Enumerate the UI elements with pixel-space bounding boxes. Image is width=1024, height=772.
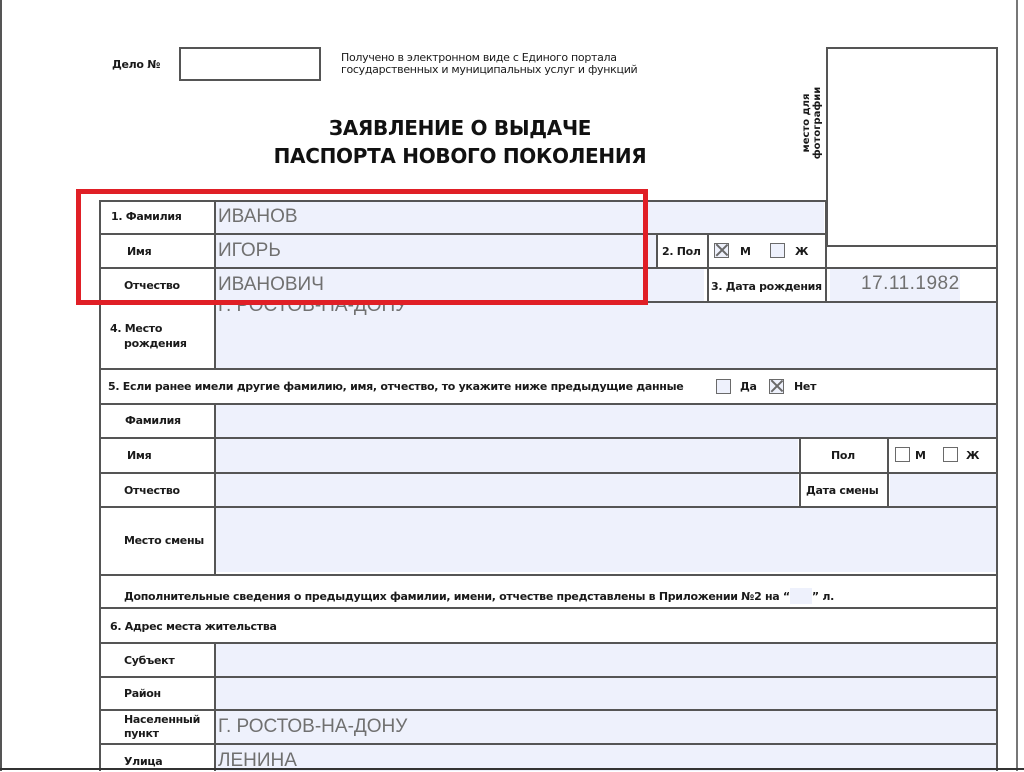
col-divider	[799, 437, 801, 507]
dob-label: 3. Дата рождения	[711, 280, 822, 293]
prev-surname-field[interactable]	[216, 405, 996, 437]
birthplace-value: Г. РОСТОВ-НА-ДОНУ	[218, 303, 408, 316]
change-place-field[interactable]	[216, 508, 996, 572]
birthplace-label-line1: 4. Место	[110, 322, 163, 335]
col-divider	[887, 437, 889, 507]
highlight-box	[76, 189, 648, 305]
case-number-label: Дело №	[112, 58, 161, 71]
birthplace-label-line2: рождения	[124, 337, 187, 350]
sex-male-checkbox[interactable]	[714, 243, 729, 258]
prev-names-no-label: Нет	[794, 380, 817, 393]
appendix-pages-field[interactable]	[789, 587, 812, 604]
dob-value: 17.11.1982	[861, 273, 960, 294]
col-divider	[214, 642, 216, 771]
change-date-label: Дата смены	[806, 484, 879, 497]
address-title: 6. Адрес места жительства	[110, 620, 277, 633]
locality-value: Г. РОСТОВ-НА-ДОНУ	[218, 716, 408, 737]
form-title-line1: ЗАЯВЛЕНИЕ О ВЫДАЧЕ	[328, 116, 592, 140]
prev-names-yes-label: Да	[740, 380, 757, 393]
form-title-line2: ПАСПОРТА НОВОГО ПОКОЛЕНИЯ	[273, 144, 647, 168]
col-divider	[707, 233, 709, 302]
subject-label: Субъект	[124, 654, 175, 667]
street-label: Улица	[124, 755, 163, 768]
appendix-text-before: Дополнительные сведения о предыдущих фам…	[124, 590, 790, 603]
prev-patronymic-label: Отчество	[124, 484, 180, 497]
sex-male-label: М	[740, 245, 751, 258]
prev-patronymic-field[interactable]	[216, 474, 798, 506]
table-border-right	[996, 247, 998, 771]
photo-label: место для фотографии	[801, 86, 823, 160]
district-field[interactable]	[216, 678, 996, 709]
prev-surname-label: Фамилия	[125, 414, 181, 427]
change-date-field[interactable]	[890, 474, 996, 506]
appendix-note: Дополнительные сведения о предыдущих фам…	[124, 585, 834, 604]
sex-female-checkbox[interactable]	[770, 243, 785, 258]
subject-field[interactable]	[216, 644, 996, 676]
col-divider	[825, 200, 827, 302]
locality-label-line2: пункт	[124, 727, 159, 740]
birthplace-value-clip: Г. РОСТОВ-НА-ДОНУ	[216, 303, 996, 325]
sex-label: 2. Пол	[662, 245, 701, 258]
prev-sex-male-checkbox[interactable]	[895, 447, 910, 462]
appendix-text-after: ” л.	[811, 590, 834, 603]
prev-names-no-checkbox[interactable]	[769, 379, 784, 394]
prev-sex-male-label: М	[915, 449, 926, 462]
received-note-line2: государственных и муниципальных услуг и …	[341, 63, 638, 76]
photo-placeholder	[826, 47, 998, 247]
district-label: Район	[124, 687, 161, 700]
prev-name-label: Имя	[127, 449, 152, 462]
prev-name-field[interactable]	[216, 439, 798, 472]
prev-sex-female-label: Ж	[966, 449, 980, 462]
page-edge-right	[1016, 0, 1018, 771]
row-divider	[99, 574, 998, 576]
prev-names-question: 5. Если ранее имели другие фамилию, имя,…	[108, 380, 684, 393]
locality-label-line1: Населенный	[124, 713, 200, 726]
prev-names-yes-checkbox[interactable]	[716, 379, 731, 394]
prev-sex-label: Пол	[831, 449, 855, 462]
change-place-label: Место смены	[124, 534, 204, 547]
col-divider	[214, 403, 216, 574]
col-divider	[656, 233, 658, 268]
row-divider	[99, 368, 998, 370]
sex-female-label: Ж	[795, 245, 809, 258]
case-number-field[interactable]	[179, 47, 321, 81]
page-edge-left	[0, 0, 2, 771]
page-bottom-edge	[0, 768, 1024, 770]
prev-sex-female-checkbox[interactable]	[943, 447, 958, 462]
row-divider	[99, 607, 998, 609]
